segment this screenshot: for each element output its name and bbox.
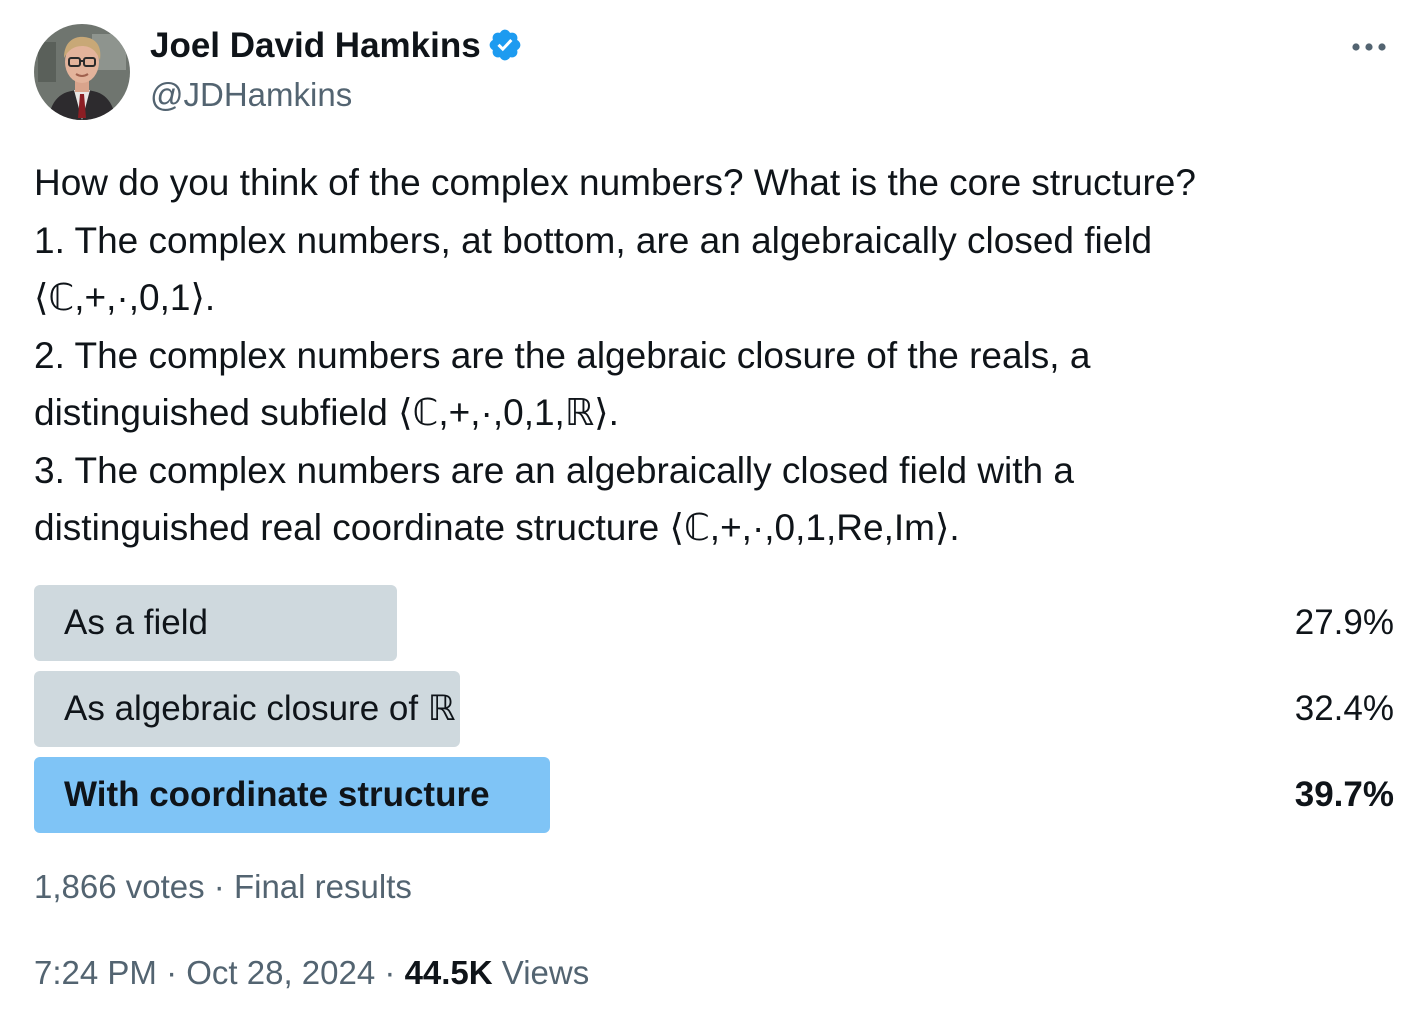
tweet-text-line: distinguished real coordinate structure …	[34, 507, 960, 548]
separator-dot: ·	[213, 868, 225, 905]
poll-option-percent: 27.9%	[1294, 603, 1394, 642]
poll-option-percent: 39.7%	[1294, 775, 1394, 814]
views-link[interactable]: 44.5K Views	[405, 954, 590, 991]
poll-status: Final results	[233, 868, 412, 905]
separator-dot: ·	[166, 954, 178, 991]
poll-summary: 1,866 votes · Final results	[34, 866, 412, 908]
author-name-row[interactable]: Joel David Hamkins	[150, 24, 523, 68]
tweet-meta: 7:24 PM · Oct 28, 2024 · 44.5K Views	[34, 952, 589, 994]
poll-option-algebraic-closure[interactable]: As algebraic closure of ℝ 32.4%	[34, 671, 1394, 747]
author-handle[interactable]: @JDHamkins	[150, 74, 352, 116]
more-options-button[interactable]	[1344, 30, 1394, 64]
poll-option-field[interactable]: As a field 27.9%	[34, 585, 1394, 661]
poll-option-percent: 32.4%	[1294, 689, 1394, 728]
poll-option-label: As a field	[64, 603, 208, 642]
poll-option-label: With coordinate structure	[64, 775, 490, 814]
avatar-image	[34, 24, 130, 120]
tweet-text-line: distinguished subfield ⟨ℂ,+,·,0,1,ℝ⟩.	[34, 392, 619, 433]
tweet-text-line: 3. The complex numbers are an algebraica…	[34, 449, 1074, 491]
poll-option-label: As algebraic closure of ℝ	[64, 689, 456, 728]
tweet-timestamp-link[interactable]: 7:24 PM · Oct 28, 2024	[34, 954, 375, 991]
avatar[interactable]	[34, 24, 130, 120]
poll-option-coordinate-structure[interactable]: With coordinate structure 39.7%	[34, 757, 1394, 833]
poll: As a field 27.9% As algebraic closure of…	[34, 585, 1394, 843]
separator-dot: ·	[384, 954, 396, 991]
tweet-text-line: 1. The complex numbers, at bottom, are a…	[34, 219, 1153, 261]
verified-badge-icon[interactable]	[487, 27, 523, 63]
tweet-date: Oct 28, 2024	[186, 954, 376, 991]
tweet-time: 7:24 PM	[34, 954, 157, 991]
more-options-icon	[1352, 43, 1386, 51]
tweet-text: How do you think of the complex numbers?…	[34, 154, 1404, 557]
tweet-text-line: ⟨ℂ,+,·,0,1⟩.	[34, 277, 216, 318]
author-display-name: Joel David Hamkins	[150, 26, 481, 65]
views-count: 44.5K	[404, 954, 493, 991]
tweet-text-line: 2. The complex numbers are the algebraic…	[34, 334, 1091, 376]
poll-vote-count: 1,866 votes	[34, 868, 205, 905]
views-label: Views	[501, 954, 590, 991]
tweet-text-line: How do you think of the complex numbers?…	[34, 162, 1196, 203]
